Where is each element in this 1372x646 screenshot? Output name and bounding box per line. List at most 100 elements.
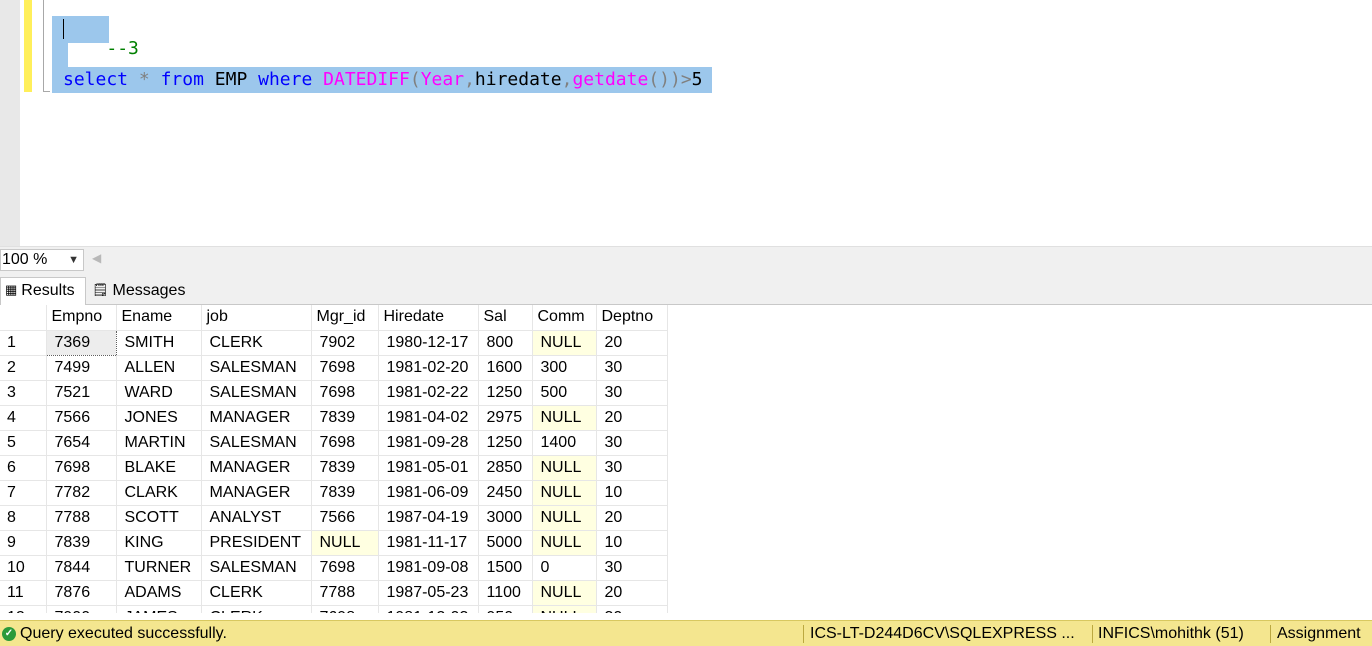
table-cell[interactable]: MARTIN <box>116 430 202 456</box>
table-cell[interactable]: 7839 <box>311 455 379 481</box>
table-cell[interactable]: 1400 <box>532 430 597 456</box>
table-cell[interactable]: 1981-11-17 <box>378 530 479 556</box>
table-cell[interactable]: MANAGER <box>201 480 312 506</box>
table-cell[interactable]: NULL <box>532 405 597 431</box>
table-cell[interactable]: 0 <box>532 555 597 581</box>
table-cell[interactable]: JAMES <box>116 605 202 613</box>
table-cell[interactable]: NULL <box>311 530 379 556</box>
tab-results[interactable]: ▦ Results <box>0 277 86 305</box>
table-cell[interactable]: 7839 <box>46 530 117 556</box>
table-row[interactable]: 1 7369 SMITH CLERK 7902 1980-12-17 800 NULL 20 <box>0 329 668 356</box>
table-cell[interactable]: 7698 <box>311 430 379 456</box>
row-number[interactable]: 8 <box>0 505 47 531</box>
table-cell[interactable]: 1981-04-02 <box>378 405 479 431</box>
code-line-query[interactable]: select * from EMP where DATEDIFF(Year,hi… <box>63 70 703 90</box>
table-cell[interactable]: 7902 <box>311 330 379 356</box>
results-grid[interactable]: Empno Ename job Mgr_id Hiredate Sal Comm… <box>0 305 1372 613</box>
table-cell[interactable]: 7698 <box>311 605 379 613</box>
table-cell[interactable]: NULL <box>532 580 597 606</box>
table-cell[interactable]: 30 <box>596 430 668 456</box>
table-cell[interactable]: 20 <box>596 330 668 356</box>
row-number[interactable]: 5 <box>0 430 47 456</box>
table-cell[interactable]: 7698 <box>46 455 117 481</box>
table-cell[interactable]: 5000 <box>478 530 533 556</box>
table-row[interactable]: 10 7844 TURNER SALESMAN 7698 1981-09-08 1500 0 3… <box>0 555 668 581</box>
table-cell[interactable]: 7654 <box>46 430 117 456</box>
row-number[interactable]: 12 <box>0 605 47 613</box>
table-cell[interactable]: 1981-02-20 <box>378 355 479 381</box>
table-cell[interactable]: 7499 <box>46 355 117 381</box>
zoom-dropdown[interactable]: 100 % ▼ <box>0 249 84 271</box>
table-cell[interactable]: NULL <box>532 605 597 613</box>
table-cell[interactable]: 7844 <box>46 555 117 581</box>
table-cell[interactable]: 30 <box>596 605 668 613</box>
row-number[interactable]: 4 <box>0 405 47 431</box>
row-number[interactable]: 11 <box>0 580 47 606</box>
table-row[interactable]: 5 7654 MARTIN SALESMAN 7698 1981-09-28 1250 140… <box>0 430 668 456</box>
table-cell[interactable]: 7788 <box>311 580 379 606</box>
table-cell[interactable]: 800 <box>478 330 533 356</box>
table-cell[interactable]: 2975 <box>478 405 533 431</box>
query-editor[interactable]: --3 select * from EMP where DATEDIFF(Yea… <box>0 0 1372 246</box>
scroll-left-icon[interactable]: ◀ <box>92 251 101 265</box>
table-cell[interactable]: 1981-05-01 <box>378 455 479 481</box>
table-cell[interactable]: 1981-12-03 <box>378 605 479 613</box>
table-cell[interactable]: 7698 <box>311 555 379 581</box>
table-cell[interactable]: 7788 <box>46 505 117 531</box>
table-cell[interactable]: 7782 <box>46 480 117 506</box>
table-cell[interactable]: NULL <box>532 530 597 556</box>
table-cell[interactable]: 1100 <box>478 580 533 606</box>
table-cell[interactable]: 1980-12-17 <box>378 330 479 356</box>
table-cell[interactable]: 7900 <box>46 605 117 613</box>
table-cell[interactable]: ADAMS <box>116 580 202 606</box>
table-cell[interactable]: 1987-04-19 <box>378 505 479 531</box>
table-cell[interactable]: JONES <box>116 405 202 431</box>
table-cell[interactable]: PRESIDENT <box>201 530 312 556</box>
row-number[interactable]: 2 <box>0 355 47 381</box>
table-cell[interactable]: ALLEN <box>116 355 202 381</box>
table-cell[interactable]: 7839 <box>311 405 379 431</box>
table-cell[interactable]: 3000 <box>478 505 533 531</box>
table-cell[interactable]: ANALYST <box>201 505 312 531</box>
table-cell[interactable]: 7369 <box>45 329 117 356</box>
column-header[interactable]: Sal <box>478 305 533 331</box>
table-cell[interactable]: 2850 <box>478 455 533 481</box>
table-cell[interactable]: 7521 <box>46 380 117 406</box>
table-cell[interactable]: CLERK <box>201 580 312 606</box>
table-cell[interactable]: 1981-09-28 <box>378 430 479 456</box>
table-cell[interactable]: 30 <box>596 555 668 581</box>
table-cell[interactable]: NULL <box>532 480 597 506</box>
table-cell[interactable]: 7839 <box>311 480 379 506</box>
column-header[interactable]: Hiredate <box>378 305 479 331</box>
table-cell[interactable]: 1981-09-08 <box>378 555 479 581</box>
table-row[interactable]: 8 7788 SCOTT ANALYST 7566 1987-04-19 3000 NULL 2… <box>0 505 668 531</box>
column-header[interactable]: Mgr_id <box>311 305 379 331</box>
table-cell[interactable]: TURNER <box>116 555 202 581</box>
table-row[interactable]: 2 7499 ALLEN SALESMAN 7698 1981-02-20 1600 300 3… <box>0 355 668 381</box>
table-row[interactable]: 7 7782 CLARK MANAGER 7839 1981-06-09 2450 NULL 1… <box>0 480 668 506</box>
table-cell[interactable]: 30 <box>596 380 668 406</box>
table-cell[interactable]: 10 <box>596 480 668 506</box>
table-cell[interactable]: CLERK <box>201 605 312 613</box>
column-header[interactable]: Ename <box>116 305 202 331</box>
table-cell[interactable]: CLARK <box>116 480 202 506</box>
table-cell[interactable]: 7698 <box>311 355 379 381</box>
column-header[interactable]: Empno <box>46 305 117 331</box>
table-cell[interactable]: 30 <box>596 355 668 381</box>
table-row[interactable]: 127900JAMESCLERK76981981-12-03950NULL30 <box>0 605 668 613</box>
tab-messages[interactable]: 🗒 Messages <box>90 278 190 306</box>
table-row[interactable]: 6 7698 BLAKE MANAGER 7839 1981-05-01 2850 NULL 3… <box>0 455 668 481</box>
table-cell[interactable]: 10 <box>596 530 668 556</box>
table-cell[interactable]: 500 <box>532 380 597 406</box>
row-number[interactable]: 10 <box>0 555 47 581</box>
table-cell[interactable]: WARD <box>116 380 202 406</box>
row-number[interactable]: 6 <box>0 455 47 481</box>
table-cell[interactable]: 7566 <box>46 405 117 431</box>
table-cell[interactable]: SCOTT <box>116 505 202 531</box>
table-cell[interactable]: 20 <box>596 580 668 606</box>
table-row[interactable]: 3 7521 WARD SALESMAN 7698 1981-02-22 1250 500 30 <box>0 380 668 406</box>
table-cell[interactable]: 20 <box>596 505 668 531</box>
table-cell[interactable]: 7566 <box>311 505 379 531</box>
table-cell[interactable]: SALESMAN <box>201 430 312 456</box>
table-cell[interactable]: 1600 <box>478 355 533 381</box>
